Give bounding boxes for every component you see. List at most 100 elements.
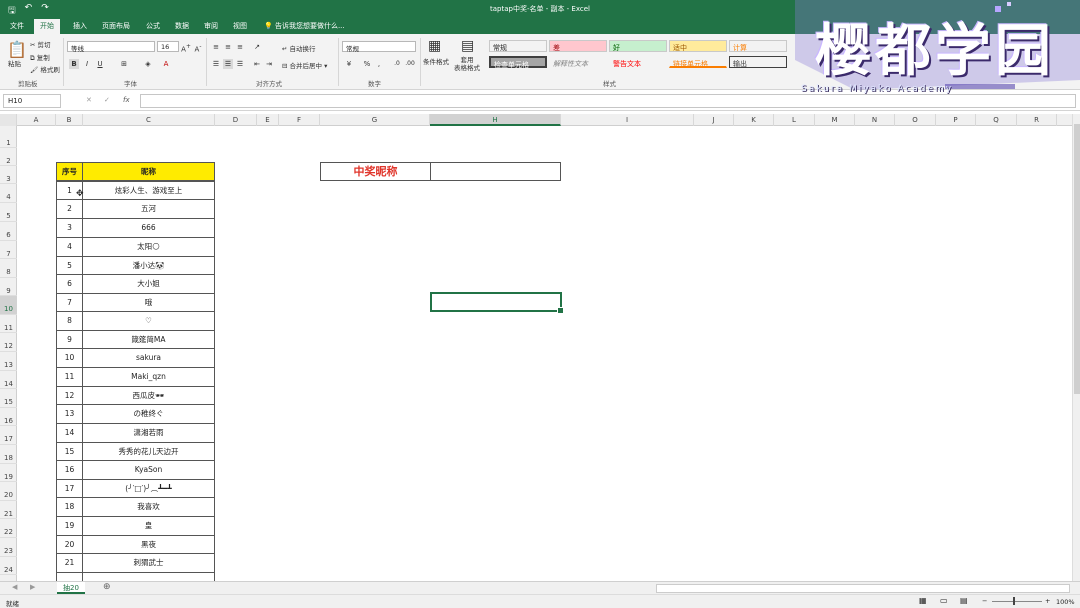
add-sheet-icon[interactable]: ⊕ (103, 582, 111, 592)
column-header-q[interactable]: Q (976, 114, 1017, 126)
column-header-i[interactable]: I (561, 114, 694, 126)
nickname-cell[interactable]: 太阳🌕 (82, 237, 215, 257)
normal-view-icon[interactable]: ▦ (919, 596, 927, 605)
style-linked-cell[interactable]: 链接单元格 (669, 56, 727, 68)
italic-button[interactable]: I (82, 59, 92, 69)
index-cell[interactable]: 7 (56, 293, 83, 312)
decrease-decimal-icon[interactable]: .00 (405, 59, 415, 69)
tab-data[interactable]: 数据 (175, 21, 189, 31)
row-header[interactable]: 24 (0, 557, 17, 575)
index-cell[interactable]: 16 (56, 460, 83, 480)
percent-button[interactable]: % (362, 59, 372, 69)
nickname-cell[interactable]: の稚终ぐ (82, 404, 215, 424)
currency-icon[interactable]: ¥ (344, 59, 354, 69)
tell-me-search[interactable]: 💡 告诉我您想要做什么... (264, 21, 345, 31)
row-header[interactable]: 4 (0, 184, 17, 203)
row-header[interactable]: 19 (0, 464, 17, 482)
prize-label-cell[interactable]: 中奖昵称 (320, 162, 431, 181)
cut-button[interactable]: ✂ 剪切 (30, 39, 51, 49)
row-header[interactable]: 21 (0, 501, 17, 519)
number-format-select[interactable]: 常规 (342, 41, 416, 53)
nickname-cell[interactable]: 哦 (82, 293, 215, 312)
font-size-select[interactable]: 16 (157, 41, 179, 52)
active-cell-h10[interactable] (430, 292, 564, 314)
column-header-j[interactable]: J (694, 114, 734, 126)
decrease-font-icon[interactable]: A- (193, 42, 203, 53)
scroll-thumb[interactable] (1074, 124, 1080, 394)
nickname-cell[interactable]: (╯‵□′)╯︵┻━┻ (82, 479, 215, 498)
tab-file[interactable]: 文件 (10, 21, 24, 31)
row-header[interactable]: 14 (0, 371, 17, 389)
column-header-e[interactable]: E (257, 114, 279, 126)
index-cell[interactable]: 2 (56, 199, 83, 219)
style-neutral[interactable]: 适中 (669, 40, 727, 52)
row-header[interactable]: 17 (0, 426, 17, 445)
row-header[interactable]: 23 (0, 538, 17, 557)
format-painter-button[interactable]: 🖌 格式刷 (30, 64, 60, 74)
tab-view[interactable]: 视图 (233, 21, 247, 31)
index-cell[interactable]: 20 (56, 535, 83, 554)
zoom-slider-thumb[interactable] (1013, 597, 1015, 605)
column-header-l[interactable]: L (774, 114, 815, 126)
index-cell[interactable]: 11 (56, 367, 83, 387)
align-top-icon[interactable]: ≡ (211, 42, 221, 52)
index-cell[interactable]: 18 (56, 497, 83, 517)
nickname-cell[interactable] (82, 572, 215, 581)
nickname-cell[interactable]: ♡ (82, 311, 215, 331)
column-header-d[interactable]: D (215, 114, 257, 126)
index-cell[interactable]: 6 (56, 274, 83, 294)
column-header-o[interactable]: O (895, 114, 936, 126)
formula-input[interactable] (140, 94, 1076, 108)
index-cell[interactable]: 8 (56, 311, 83, 331)
format-as-table-icon[interactable]: ▤ (461, 38, 474, 54)
tab-formulas[interactable]: 公式 (146, 21, 160, 31)
conditional-format-button[interactable]: 条件格式 (423, 56, 449, 66)
tab-insert[interactable]: 插入 (73, 21, 87, 31)
insert-function-icon[interactable]: fx (123, 96, 130, 104)
style-check-cell[interactable]: 检查单元格 (489, 56, 547, 69)
tab-review[interactable]: 审阅 (204, 21, 218, 31)
header-cell-nickname[interactable]: 昵称 (82, 162, 215, 181)
next-sheet-icon[interactable]: ▶ (30, 583, 35, 591)
row-header[interactable]: 13 (0, 352, 17, 371)
align-center-icon[interactable]: ☰ (223, 59, 233, 69)
align-middle-icon[interactable]: ≡ (223, 42, 233, 52)
index-cell[interactable]: 15 (56, 442, 83, 461)
zoom-level[interactable]: 100% (1056, 598, 1075, 606)
wrap-text-button[interactable]: ↵ 自动换行 (282, 43, 316, 53)
paste-button[interactable]: 粘贴 (8, 58, 21, 68)
borders-icon[interactable]: ⊞ (119, 59, 129, 69)
bold-button[interactable]: B (69, 59, 79, 69)
index-cell[interactable] (56, 572, 83, 581)
nickname-cell[interactable]: 潘小达🐼 (82, 256, 215, 275)
column-header-g[interactable]: G (320, 114, 430, 126)
prize-result-cell[interactable] (430, 162, 561, 181)
sheet-tab[interactable]: 抽20 (57, 582, 85, 594)
nickname-cell[interactable]: 黑夜 (82, 535, 215, 554)
index-cell[interactable]: 13 (56, 404, 83, 424)
index-cell[interactable]: 19 (56, 516, 83, 536)
copy-button[interactable]: ⧉ 复制 (30, 52, 50, 63)
comma-button[interactable]: , (374, 59, 384, 69)
nickname-cell[interactable]: sakura (82, 348, 215, 368)
row-header[interactable]: 16 (0, 408, 17, 426)
zoom-slider[interactable] (992, 601, 1042, 602)
nickname-cell[interactable]: 刺猬武士 (82, 553, 215, 573)
column-header-a[interactable]: A (17, 114, 56, 126)
column-header-c[interactable]: C (83, 114, 215, 126)
paste-icon[interactable]: 📋 (7, 40, 27, 59)
row-header[interactable]: 8 (0, 259, 17, 278)
row-header[interactable]: 12 (0, 333, 17, 352)
style-warning[interactable]: 警告文本 (609, 56, 667, 68)
zoom-out-icon[interactable]: − (982, 597, 987, 605)
increase-decimal-icon[interactable]: .0 (392, 59, 402, 69)
row-header[interactable]: 7 (0, 241, 17, 259)
row-header[interactable]: 5 (0, 203, 17, 222)
index-cell[interactable]: 9 (56, 330, 83, 349)
header-cell-index[interactable]: 序号 (56, 162, 83, 181)
decrease-indent-icon[interactable]: ⇤ (252, 59, 262, 69)
index-cell[interactable]: 5 (56, 256, 83, 275)
nickname-cell[interactable]: 秀秀的花儿天边开 (82, 442, 215, 461)
nickname-cell[interactable]: 西瓜皮🕶 (82, 386, 215, 405)
row-header[interactable]: 22 (0, 519, 17, 538)
